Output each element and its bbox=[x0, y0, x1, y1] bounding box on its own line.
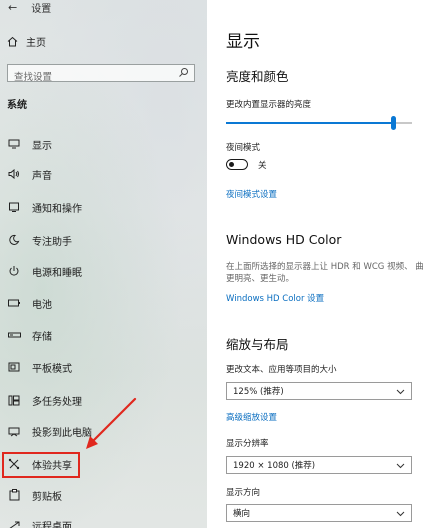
orientation-dropdown-value: 横向 bbox=[233, 509, 251, 519]
hd-color-settings-link[interactable]: Windows HD Color 设置 bbox=[226, 292, 324, 304]
night-light-settings-link[interactable]: 夜间模式设置 bbox=[226, 188, 277, 200]
brightness-slider-label: 更改内置显示器的亮度 bbox=[226, 100, 312, 110]
brightness-slider[interactable] bbox=[226, 116, 412, 130]
annotation-arrow bbox=[86, 397, 137, 449]
scale-layout-heading: 缩放与布局 bbox=[226, 337, 289, 352]
chevron-down-icon bbox=[396, 389, 405, 395]
page-title: 显示 bbox=[226, 32, 260, 52]
chevron-down-icon bbox=[396, 511, 405, 517]
orientation-label: 显示方向 bbox=[226, 488, 261, 498]
resolution-label: 显示分辨率 bbox=[226, 439, 269, 449]
night-light-toggle[interactable] bbox=[226, 159, 248, 170]
resolution-dropdown[interactable]: 1920 × 1080 (推荐) bbox=[226, 456, 412, 474]
scale-dropdown[interactable]: 125% (推荐) bbox=[226, 382, 412, 400]
display-settings-page: 显示 亮度和颜色 更改内置显示器的亮度 夜间模式 关 夜间模式设置 Window… bbox=[207, 0, 435, 528]
brightness-slider-thumb[interactable] bbox=[391, 116, 396, 130]
scale-dropdown-value: 125% (推荐) bbox=[233, 387, 284, 397]
hd-color-description: 在上面所选择的显示器上让 HDR 和 WCG 视频、 曲更明亮、更生动。 bbox=[226, 262, 424, 284]
settings-sidebar: ← 设置 主页 系统 显示 声音 通知和操作 bbox=[0, 0, 207, 528]
resolution-dropdown-value: 1920 × 1080 (推荐) bbox=[233, 461, 316, 471]
brightness-slider-fill bbox=[226, 122, 393, 124]
toggle-knob bbox=[229, 161, 234, 167]
scale-label: 更改文本、应用等项目的大小 bbox=[226, 365, 337, 375]
brightness-heading: 亮度和颜色 bbox=[226, 69, 289, 84]
hd-color-heading: Windows HD Color bbox=[226, 232, 342, 247]
advanced-scaling-link[interactable]: 高级缩放设置 bbox=[226, 411, 277, 423]
night-light-state: 关 bbox=[258, 161, 267, 171]
night-light-label: 夜间模式 bbox=[226, 143, 261, 153]
chevron-down-icon bbox=[396, 463, 405, 469]
orientation-dropdown[interactable]: 横向 bbox=[226, 504, 412, 522]
